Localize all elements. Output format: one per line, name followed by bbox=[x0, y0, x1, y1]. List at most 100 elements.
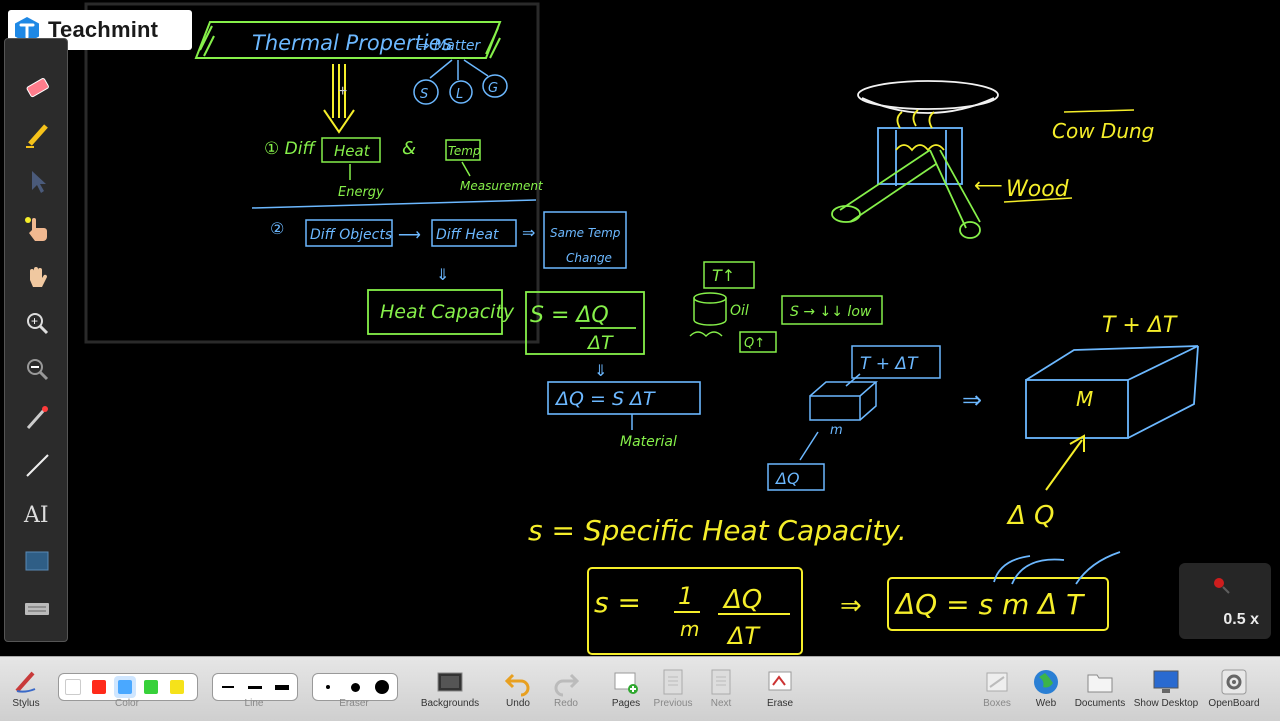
svg-text:+: + bbox=[31, 314, 38, 328]
previous-page-icon bbox=[663, 669, 683, 695]
zoom-out-tool[interactable] bbox=[19, 351, 55, 387]
color-blue[interactable] bbox=[114, 676, 136, 698]
oil-label: Oil bbox=[730, 303, 749, 319]
boxes-icon bbox=[986, 672, 1008, 692]
line-thick-icon bbox=[275, 684, 289, 690]
left-toolbar: + AI bbox=[4, 38, 68, 642]
next-label: Next bbox=[710, 698, 732, 709]
erase-button[interactable]: Erase bbox=[760, 663, 800, 709]
down-arrow-2: ⇓ bbox=[594, 363, 607, 380]
color-label: Color bbox=[115, 698, 139, 709]
zoom-in-tool[interactable]: + bbox=[19, 305, 55, 341]
hand-tool[interactable] bbox=[19, 259, 55, 295]
line-thin[interactable] bbox=[217, 676, 239, 698]
previous-label: Previous bbox=[653, 698, 693, 709]
laser-pointer-icon bbox=[26, 406, 48, 429]
stove-drawing bbox=[831, 80, 999, 239]
line-medium[interactable] bbox=[244, 676, 266, 698]
redo-label: Redo bbox=[554, 698, 578, 709]
redo-button[interactable]: Redo bbox=[546, 663, 586, 709]
stylus-button[interactable]: Stylus bbox=[4, 663, 48, 709]
keyboard-tool[interactable] bbox=[19, 591, 55, 627]
zoom-record-icon bbox=[1214, 578, 1230, 594]
cow-dung-underline bbox=[1063, 109, 1135, 113]
line-thin-icon bbox=[222, 686, 234, 688]
monitor-icon bbox=[1153, 670, 1179, 693]
implies-arrow: ⇒ bbox=[962, 387, 982, 414]
color-yellow[interactable] bbox=[166, 676, 188, 698]
previous-button[interactable]: Previous bbox=[652, 663, 694, 709]
web-button[interactable]: Web bbox=[1026, 663, 1066, 709]
stylus-icon bbox=[15, 671, 36, 693]
dq-big-arrow bbox=[1045, 439, 1083, 491]
next-button[interactable]: Next bbox=[702, 663, 740, 709]
backgrounds-button[interactable]: Backgrounds bbox=[418, 663, 482, 709]
eraser-small-icon bbox=[326, 685, 330, 689]
diff-heat-label: Diff Heat bbox=[436, 227, 499, 243]
redo-icon bbox=[554, 673, 580, 697]
laser-pointer-tool[interactable] bbox=[19, 399, 55, 435]
dq-big-label: Δ Q bbox=[1006, 501, 1055, 531]
color-white[interactable] bbox=[62, 676, 84, 698]
gear-icon bbox=[1221, 669, 1247, 695]
zoom-indicator[interactable]: 0.5 x bbox=[1179, 563, 1271, 639]
line-group: Line bbox=[212, 663, 298, 709]
highlighter-tool[interactable] bbox=[19, 117, 55, 153]
eraser-size-selector bbox=[312, 673, 398, 701]
t-up-label: T↑ bbox=[712, 266, 735, 285]
temp-label: Temp bbox=[448, 144, 481, 158]
eraser-large[interactable] bbox=[371, 676, 393, 698]
heat-capacity-label: Heat Capacity bbox=[380, 301, 515, 323]
specific-heat-definition: s = Specific Heat Capacity. bbox=[528, 514, 907, 547]
note-1-prefix: ① Diff bbox=[264, 139, 316, 159]
openboard-label: OpenBoard bbox=[1208, 698, 1260, 709]
interact-tool[interactable] bbox=[19, 211, 55, 247]
text-tool[interactable]: AI bbox=[19, 495, 55, 531]
line-draw-icon bbox=[26, 454, 49, 477]
capture-tool[interactable] bbox=[19, 543, 55, 579]
same-temp-label: Same Temp bbox=[550, 226, 621, 240]
selector-tool[interactable] bbox=[19, 163, 55, 199]
documents-button[interactable]: Documents bbox=[1072, 663, 1128, 709]
undo-icon bbox=[504, 673, 530, 697]
heat-label: Heat bbox=[334, 142, 371, 160]
pages-button[interactable]: Pages bbox=[604, 663, 648, 709]
formula-m: m bbox=[680, 617, 699, 641]
web-label: Web bbox=[1035, 698, 1057, 709]
capture-icon bbox=[25, 551, 49, 571]
energy-label: Energy bbox=[338, 185, 384, 200]
line-tool[interactable] bbox=[19, 447, 55, 483]
formula-final-label: ΔQ = s m Δ T bbox=[894, 588, 1085, 621]
arrow-1: ⟶ bbox=[398, 227, 421, 244]
eraser-small[interactable] bbox=[317, 676, 339, 698]
boxes-button[interactable]: Boxes bbox=[976, 663, 1018, 709]
folder-icon bbox=[1087, 674, 1113, 693]
text-icon: AI bbox=[23, 503, 49, 528]
eraser-tool[interactable] bbox=[19, 69, 55, 105]
note-2-prefix: ② bbox=[270, 219, 284, 238]
highlighter-icon bbox=[26, 124, 48, 148]
show-desktop-button[interactable]: Show Desktop bbox=[1132, 663, 1200, 709]
measurement-pointer bbox=[461, 161, 471, 177]
line-label: Line bbox=[244, 698, 264, 709]
material-label: Material bbox=[620, 434, 677, 450]
small-cube bbox=[799, 381, 878, 461]
openboard-button[interactable]: OpenBoard bbox=[1206, 663, 1262, 709]
arrow-pointer-icon bbox=[32, 171, 46, 193]
title-arrow-text: ⇒ Matter bbox=[418, 38, 481, 54]
undo-button[interactable]: Undo bbox=[498, 663, 538, 709]
color-red[interactable] bbox=[88, 676, 110, 698]
erase-page-icon bbox=[768, 671, 792, 691]
formula-implies: ⇒ bbox=[840, 590, 862, 620]
show-desktop-label: Show Desktop bbox=[1133, 698, 1199, 709]
color-swatch-red bbox=[92, 680, 106, 694]
eraser-medium[interactable] bbox=[344, 676, 366, 698]
line-thick[interactable] bbox=[271, 676, 293, 698]
color-group: Color bbox=[58, 663, 198, 709]
zoom-in-icon: + bbox=[27, 313, 49, 335]
cow-dung-label: Cow Dung bbox=[1052, 119, 1154, 143]
color-green[interactable] bbox=[140, 676, 162, 698]
t-dt-pointer bbox=[845, 373, 861, 387]
globe-icon bbox=[1034, 670, 1058, 694]
whiteboard-canvas[interactable]: Thermal Properties ⇒ Matter S L G + ① Di… bbox=[0, 0, 1280, 656]
